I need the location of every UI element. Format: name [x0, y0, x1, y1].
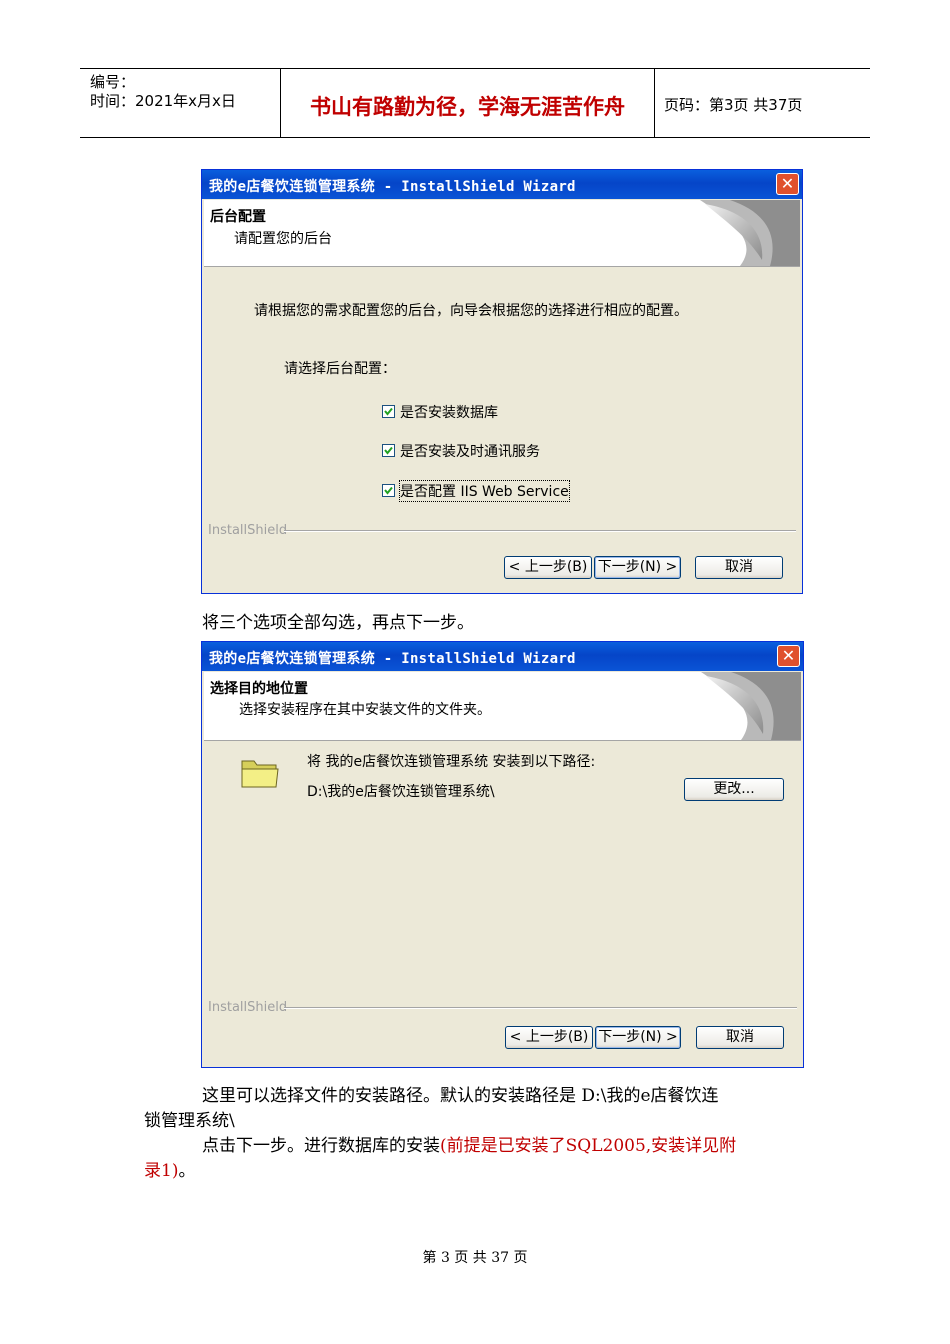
paragraph-2-period: 。 [178, 1161, 196, 1181]
dialog-title: 我的e店餐饮连锁管理系统 - InstallShield Wizard [209, 179, 576, 195]
close-button[interactable]: ✕ [777, 645, 800, 667]
header-page-info: 页码：第3页 共37页 [664, 96, 803, 114]
next-button[interactable]: 下一步(N) > [594, 556, 681, 579]
document-time-label: 时间：2021年x月x日 [90, 92, 236, 110]
config-group-label: 请选择后台配置： [284, 361, 396, 377]
option-label: 是否配置 IIS Web Service [399, 480, 570, 502]
checkmark-icon [384, 407, 393, 416]
back-button[interactable]: < 上一步(B) [504, 556, 592, 579]
dialog-banner: 选择目的地位置 选择安装程序在其中安装文件的文件夹。 [204, 672, 801, 741]
checkmark-icon [384, 446, 393, 455]
cancel-button[interactable]: 取消 [695, 556, 783, 579]
install-to-label: 将 我的e店餐饮连锁管理系统 安装到以下路径: [307, 754, 596, 770]
caption-1: 将三个选项全部勾选，再点下一步。 [202, 613, 474, 633]
paragraph-2-line-1: 点击下一步。进行数据库的安装(前提是已安装了SQL2005,安装详见附 [202, 1131, 736, 1156]
checkbox[interactable] [382, 444, 395, 457]
paragraph-1-line-1: 这里可以选择文件的安装路径。默认的安装路径是 D:\我的e店餐饮连 [202, 1086, 719, 1106]
dialog-body: 将 我的e店餐饮连锁管理系统 安装到以下路径: D:\我的e店餐饮连锁管理系统\… [204, 741, 801, 1065]
dialog-titlebar[interactable]: 我的e店餐饮连锁管理系统 - InstallShield Wizard ✕ [202, 170, 802, 199]
paragraph-1-line-2: 锁管理系统\ [144, 1111, 235, 1131]
separator [284, 1007, 797, 1009]
option-label: 是否安装及时通讯服务 [400, 444, 540, 460]
destination-dialog: 我的e店餐饮连锁管理系统 - InstallShield Wizard ✕ 选择… [201, 641, 804, 1068]
dialog-titlebar[interactable]: 我的e店餐饮连锁管理系统 - InstallShield Wizard ✕ [202, 642, 803, 671]
document-number-label: 编号： [90, 73, 136, 91]
paragraph-2-note-end: 录1) [144, 1161, 179, 1181]
header-left-cell: 编号： 时间：2021年x月x日 [80, 69, 280, 137]
close-icon: ✕ [780, 174, 795, 193]
page-header: 编号： 时间：2021年x月x日 书山有路勤为径，学海无涯苦作舟 页码：第3页 … [80, 68, 870, 138]
banner-subtitle: 请配置您的后台 [234, 231, 332, 247]
change-button[interactable]: 更改... [684, 778, 784, 801]
header-right-cell: 页码：第3页 共37页 [654, 69, 870, 137]
dialog-title: 我的e店餐饮连锁管理系统 - InstallShield Wizard [209, 651, 576, 667]
dialog-banner: 后台配置 请配置您的后台 [204, 200, 800, 267]
folder-icon [241, 760, 279, 788]
page-curl-icon [701, 672, 801, 740]
dialog-body: 请根据您的需求配置您的后台，向导会根据您的选择进行相应的配置。 请选择后台配置：… [204, 268, 800, 591]
backend-config-dialog: 我的e店餐饮连锁管理系统 - InstallShield Wizard ✕ 后台… [201, 169, 803, 594]
back-button[interactable]: < 上一步(B) [505, 1026, 593, 1049]
config-description: 请根据您的需求配置您的后台，向导会根据您的选择进行相应的配置。 [254, 303, 688, 319]
installshield-brand: InstallShield [208, 523, 288, 538]
paragraph-2-note: (前提是已安装了SQL2005,安装详见附 [440, 1136, 737, 1156]
paragraph-2-text: 点击下一步。进行数据库的安装 [202, 1136, 440, 1156]
checkmark-icon [384, 486, 393, 495]
close-icon: ✕ [781, 646, 796, 665]
page-curl-icon [700, 200, 800, 266]
checkbox[interactable] [382, 484, 395, 497]
banner-title: 选择目的地位置 [210, 681, 308, 697]
install-path: D:\我的e店餐饮连锁管理系统\ [307, 784, 495, 800]
banner-subtitle: 选择安装程序在其中安装文件的文件夹。 [239, 702, 491, 718]
close-button[interactable]: ✕ [776, 173, 799, 195]
installshield-brand: InstallShield [208, 1000, 288, 1015]
cancel-button[interactable]: 取消 [696, 1026, 784, 1049]
next-button[interactable]: 下一步(N) > [595, 1026, 681, 1049]
separator [284, 530, 796, 532]
paragraph-2-line-2: 录1)。 [144, 1156, 195, 1181]
option-label: 是否安装数据库 [400, 405, 498, 421]
page-footer: 第 3 页 共 37 页 [422, 1250, 528, 1266]
banner-title: 后台配置 [210, 209, 266, 225]
header-motto: 书山有路勤为径，学海无涯苦作舟 [310, 94, 625, 119]
checkbox[interactable] [382, 405, 395, 418]
header-center-cell: 书山有路勤为径，学海无涯苦作舟 [280, 69, 655, 137]
